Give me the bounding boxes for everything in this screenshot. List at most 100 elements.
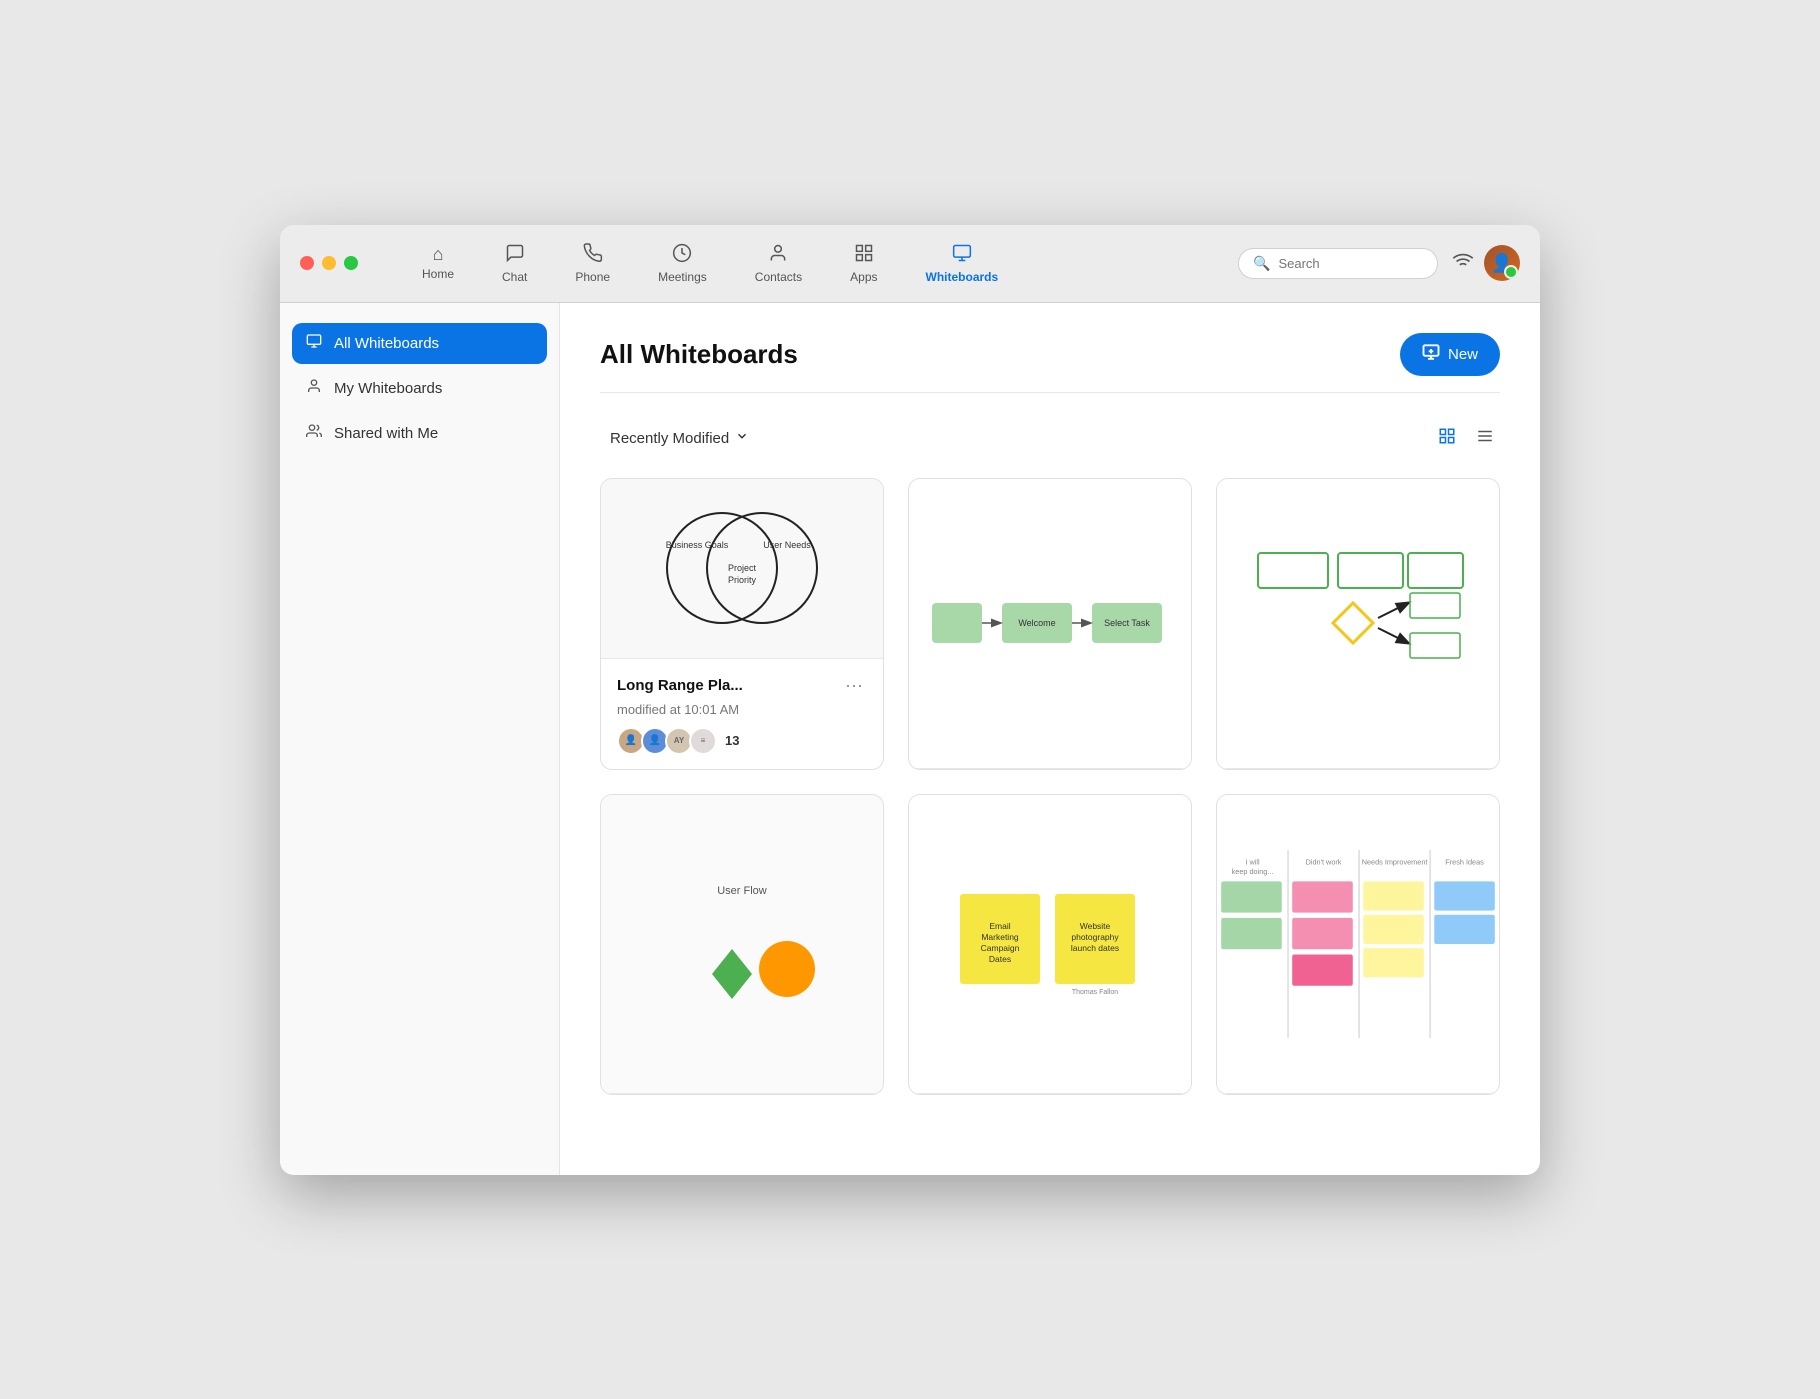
card-preview-info-arch: Email Marketing Campaign Dates Website p…: [909, 795, 1191, 1094]
sidebar-label-all: All Whiteboards: [334, 335, 439, 352]
sidebar-item-all-whiteboards[interactable]: All Whiteboards: [292, 323, 547, 364]
card-user-flows[interactable]: Welcome Select Task User Flows ··· modif…: [908, 478, 1192, 770]
shared-icon: [306, 423, 322, 444]
svg-text:Website: Website: [1080, 921, 1111, 931]
chat-icon: [505, 243, 525, 266]
svg-text:Dates: Dates: [989, 954, 1011, 964]
card-preview-retro: I will keep doing... Didn't work Needs I…: [1217, 795, 1499, 1094]
sidebar-label-shared: Shared with Me: [334, 425, 438, 442]
card-title: Long Range Pla...: [617, 677, 743, 694]
sidebar-label-my: My Whiteboards: [334, 380, 442, 397]
nav-contacts[interactable]: Contacts: [731, 239, 826, 288]
main-layout: All Whiteboards My Whiteboards Shared wi…: [280, 303, 1540, 1175]
svg-text:Business Goals: Business Goals: [666, 540, 729, 550]
card-journey-map[interactable]: Journey Map ··· modified Yesterday 10...…: [1216, 478, 1500, 770]
minimize-button[interactable]: [322, 256, 336, 270]
avatar[interactable]: 👤: [1484, 245, 1520, 281]
svg-text:Didn't work: Didn't work: [1306, 857, 1342, 866]
avatar-count: 13: [725, 733, 739, 748]
svg-text:User Flow: User Flow: [717, 885, 767, 897]
svg-text:Welcome: Welcome: [1018, 618, 1055, 628]
all-whiteboards-icon: [306, 333, 322, 354]
nav-apps-label: Apps: [850, 270, 877, 284]
nav-meetings-label: Meetings: [658, 270, 707, 284]
apps-icon: [854, 243, 874, 266]
svg-text:keep doing...: keep doing...: [1232, 867, 1274, 876]
search-bar[interactable]: 🔍: [1238, 248, 1438, 279]
card-preview-journey: [1217, 479, 1499, 769]
svg-text:photography: photography: [1071, 932, 1119, 942]
close-button[interactable]: [300, 256, 314, 270]
wifi-icon[interactable]: [1452, 250, 1474, 277]
card-info: Brainstorm Q2 ··· modified Tue 5:45 PM 👤…: [601, 1094, 883, 1095]
svg-text:Fresh Ideas: Fresh Ideas: [1445, 857, 1484, 866]
app-window: ⌂ Home Chat Phone Meetings: [280, 225, 1540, 1175]
maximize-button[interactable]: [344, 256, 358, 270]
svg-text:User Needs: User Needs: [763, 540, 811, 550]
title-bar: ⌂ Home Chat Phone Meetings: [280, 225, 1540, 303]
nav-phone-label: Phone: [575, 270, 610, 284]
filter-label: Recently Modified: [610, 430, 729, 447]
card-info: Journey Map ··· modified Yesterday 10...…: [1217, 769, 1499, 770]
nav-whiteboards[interactable]: Whiteboards: [902, 239, 1023, 288]
sidebar-item-my-whiteboards[interactable]: My Whiteboards: [292, 368, 547, 409]
nav-home[interactable]: ⌂ Home: [398, 241, 478, 285]
card-more-button[interactable]: ···: [841, 673, 867, 698]
view-toggles: [1432, 423, 1500, 454]
nav-whiteboards-label: Whiteboards: [926, 270, 999, 284]
card-info: User Flows ··· modified at 9:35 AM 👤 👤 A…: [909, 769, 1191, 770]
avatar-face: 👤: [1484, 245, 1520, 281]
nav-chat-label: Chat: [502, 270, 527, 284]
sidebar-item-shared-with-me[interactable]: Shared with Me: [292, 413, 547, 454]
nav-meetings[interactable]: Meetings: [634, 239, 731, 288]
meetings-icon: [672, 243, 692, 266]
svg-text:Thomas Fallon: Thomas Fallon: [1072, 989, 1118, 996]
card-avatars: 👤 👤 AY ≡ 13: [617, 727, 867, 755]
nav-home-label: Home: [422, 267, 454, 281]
svg-text:Campaign: Campaign: [981, 943, 1020, 953]
card-info-architecture[interactable]: Email Marketing Campaign Dates Website p…: [908, 794, 1192, 1095]
main-content: All Whiteboards New Recently Modified: [560, 303, 1540, 1175]
filter-dropdown[interactable]: Recently Modified: [600, 423, 759, 453]
traffic-lights: [300, 256, 358, 270]
sidebar: All Whiteboards My Whiteboards Shared wi…: [280, 303, 560, 1175]
card-info: Long Range Pla... ··· modified at 10:01 …: [601, 659, 883, 769]
search-input[interactable]: [1278, 256, 1423, 271]
nav-contacts-label: Contacts: [755, 270, 802, 284]
card-info: Retro Q1 2021 ··· modified May 24 11:05 …: [1217, 1094, 1499, 1095]
svg-text:Select Task: Select Task: [1104, 618, 1150, 628]
card-preview-flows: Welcome Select Task: [909, 479, 1191, 769]
svg-text:Project: Project: [728, 563, 757, 573]
nav-chat[interactable]: Chat: [478, 239, 551, 288]
svg-text:Needs Improvement: Needs Improvement: [1362, 857, 1428, 866]
card-retro-q1-2021[interactable]: I will keep doing... Didn't work Needs I…: [1216, 794, 1500, 1095]
whiteboard-grid: Business Goals User Needs Project Priori…: [600, 478, 1500, 1095]
filter-row: Recently Modified: [600, 423, 1500, 454]
content-header: All Whiteboards New: [600, 333, 1500, 393]
svg-text:I will: I will: [1245, 857, 1260, 866]
card-long-range-plan[interactable]: Business Goals User Needs Project Priori…: [600, 478, 884, 770]
nav-apps[interactable]: Apps: [826, 239, 901, 288]
whiteboards-icon: [952, 243, 972, 266]
contacts-icon: [768, 243, 788, 266]
nav-phone[interactable]: Phone: [551, 239, 634, 288]
search-icon: 🔍: [1253, 255, 1270, 272]
phone-icon: [583, 243, 603, 266]
nav-avatar-area: 👤: [1452, 245, 1520, 281]
svg-text:Email: Email: [989, 921, 1010, 931]
card-brainstorm-q2[interactable]: User Flow Brainstorm Q2 ··· modified Tu: [600, 794, 884, 1095]
page-title: All Whiteboards: [600, 339, 798, 370]
card-preview-venn: Business Goals User Needs Project Priori…: [601, 479, 883, 659]
main-nav: ⌂ Home Chat Phone Meetings: [398, 239, 1520, 288]
home-icon: ⌂: [433, 245, 444, 263]
new-button[interactable]: New: [1400, 333, 1500, 376]
grid-view-button[interactable]: [1432, 423, 1462, 454]
svg-text:Priority: Priority: [728, 575, 757, 585]
card-preview-brainstorm: User Flow: [601, 795, 883, 1094]
new-button-icon: [1422, 343, 1440, 366]
chevron-down-icon: [735, 429, 749, 447]
card-modified: modified at 10:01 AM: [617, 702, 867, 717]
svg-text:Marketing: Marketing: [981, 932, 1019, 942]
list-view-button[interactable]: [1470, 423, 1500, 454]
card-info: Info Architecture ··· modified Jun 17 4:…: [909, 1094, 1191, 1095]
